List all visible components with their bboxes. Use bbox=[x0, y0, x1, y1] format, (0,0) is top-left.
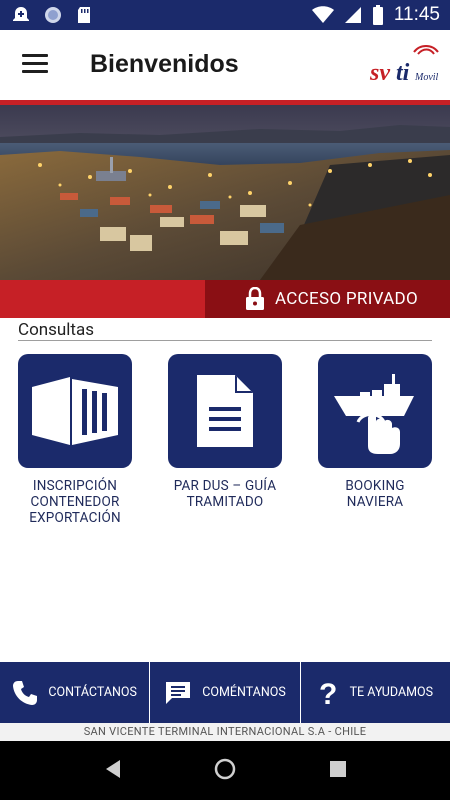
hamburger-menu-icon[interactable] bbox=[22, 54, 48, 74]
status-bar: 11:45 bbox=[0, 0, 450, 30]
wifi-icon bbox=[311, 6, 334, 23]
bottom-nav: CONTÁCTANOS COMÉNTANOS ? TE AYUDAMOS bbox=[0, 662, 450, 723]
sd-card-icon bbox=[78, 7, 90, 23]
document-icon bbox=[197, 375, 253, 447]
lock-icon bbox=[246, 287, 264, 310]
private-access-button[interactable]: ACCESO PRIVADO bbox=[205, 280, 450, 318]
sync-icon bbox=[45, 7, 61, 23]
private-access-label: ACCESO PRIVADO bbox=[275, 289, 418, 309]
access-bar: ACCESO PRIVADO bbox=[0, 280, 450, 318]
nav-help-button[interactable]: ? TE AYUDAMOS bbox=[301, 662, 450, 723]
footer-text: SAN VICENTE TERMINAL INTERNACIONAL S.A -… bbox=[0, 723, 450, 741]
recents-icon[interactable] bbox=[330, 761, 346, 777]
battery-icon bbox=[372, 5, 383, 25]
nav-contact-button[interactable]: CONTÁCTANOS bbox=[0, 662, 151, 723]
section-divider bbox=[18, 340, 432, 341]
tile-label-par-dus: PAR DUS – GUÍA TRAMITADO bbox=[173, 478, 277, 510]
tile-inscripcion-contenedor[interactable] bbox=[18, 354, 132, 468]
tile-label-booking: BOOKING NAVIERA bbox=[345, 478, 405, 510]
home-icon[interactable] bbox=[214, 758, 236, 780]
system-nav-bar bbox=[0, 741, 450, 800]
ship-touch-icon bbox=[334, 374, 414, 454]
svg-text:ti: ti bbox=[396, 60, 410, 86]
back-icon[interactable] bbox=[104, 759, 122, 779]
app-bar: Bienvenidos sv ti Movil bbox=[0, 30, 450, 100]
nav-contact-label: CONTÁCTANOS bbox=[48, 685, 137, 700]
nav-help-label: TE AYUDAMOS bbox=[349, 685, 434, 700]
svg-text:?: ? bbox=[319, 678, 337, 708]
svti-logo: sv ti Movil bbox=[369, 45, 439, 86]
status-time: 11:45 bbox=[393, 4, 440, 25]
nav-comment-label: COMÉNTANOS bbox=[202, 685, 286, 700]
port-hero-image bbox=[0, 105, 450, 280]
help-icon: ? bbox=[319, 678, 337, 708]
tile-booking-naviera[interactable] bbox=[318, 354, 432, 468]
phone-icon bbox=[13, 680, 38, 705]
tile-par-dus-guia[interactable] bbox=[168, 354, 282, 468]
signal-icon bbox=[344, 7, 361, 23]
tile-label-inscripcion: INSCRIPCIÓN CONTENEDOR EXPORTACIÓN bbox=[29, 478, 121, 526]
svg-text:Movil: Movil bbox=[414, 72, 439, 83]
alert-icon bbox=[13, 7, 29, 21]
page-title: Bienvenidos bbox=[90, 50, 239, 78]
container-icon bbox=[32, 377, 118, 445]
comment-icon bbox=[166, 681, 191, 704]
svg-text:sv: sv bbox=[369, 60, 390, 86]
section-title: Consultas bbox=[18, 320, 95, 340]
nav-comment-button[interactable]: COMÉNTANOS bbox=[150, 662, 301, 723]
